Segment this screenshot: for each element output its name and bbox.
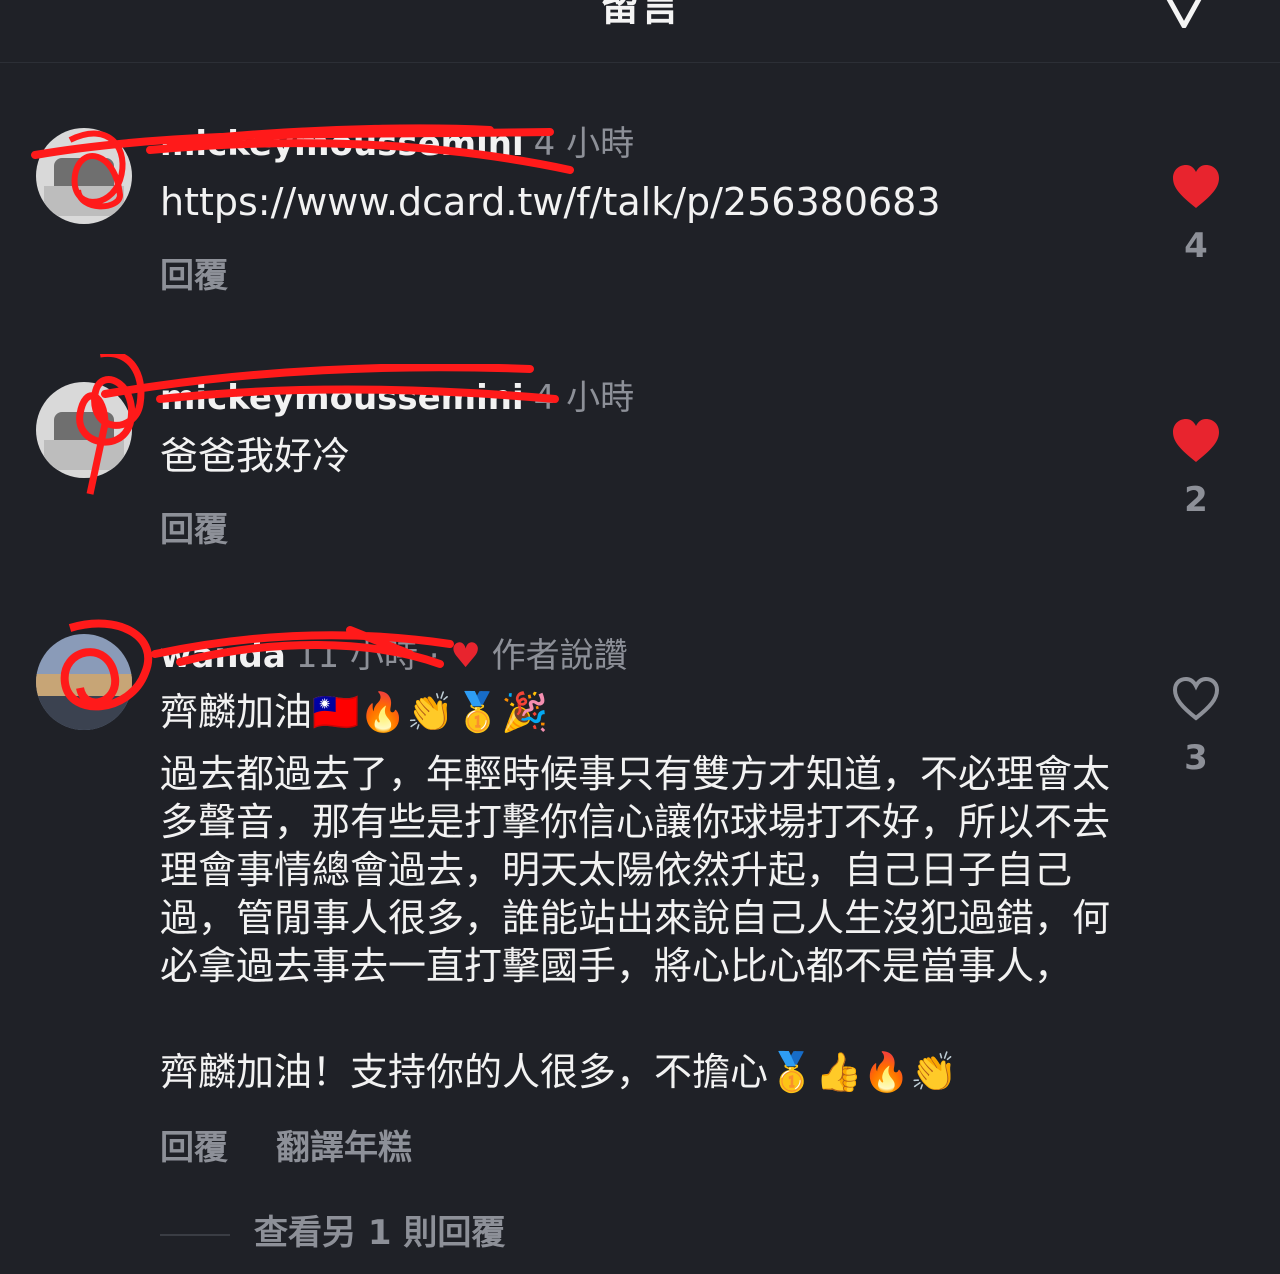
header: 留言 <box>0 0 1280 63</box>
reply-button[interactable]: 回覆 <box>160 256 228 296</box>
heart-filled-icon[interactable] <box>1171 418 1221 464</box>
avatar[interactable] <box>36 128 132 224</box>
comment-actions: 回覆 <box>160 248 276 297</box>
like-count: 4 <box>1184 226 1208 266</box>
avatar[interactable] <box>36 382 132 478</box>
comment-actions: 回覆 <box>160 502 276 551</box>
reply-button[interactable]: 回覆 <box>160 1128 228 1168</box>
author-liked-label: 作者說讚 <box>491 636 628 676</box>
comment-actions: 回覆 翻譯年糕 <box>160 1120 460 1169</box>
reply-button[interactable]: 回覆 <box>160 510 228 550</box>
heart-mini-icon: ♥ <box>450 636 481 676</box>
view-more-label[interactable]: 查看另 1 則回覆 <box>254 1213 505 1253</box>
avatar[interactable] <box>36 634 132 730</box>
divider <box>160 1233 230 1236</box>
heart-outline-icon[interactable] <box>1171 676 1221 722</box>
send-icon[interactable] <box>1160 0 1208 28</box>
timestamp: 11 小時 <box>295 636 418 676</box>
comment-text[interactable]: 爸爸我好冷 <box>160 432 1110 480</box>
page-title: 留言 <box>600 0 680 30</box>
comment-meta: mickeymoussemini 4 小時 <box>160 122 634 166</box>
comment-line-last: 齊麟加油！支持你的人很多，不擔心🥇👍🔥👏 <box>160 1050 958 1094</box>
like-count: 2 <box>1184 480 1208 520</box>
heart-filled-icon[interactable] <box>1171 164 1221 210</box>
like-count: 3 <box>1184 738 1208 778</box>
like-control[interactable]: 4 <box>1166 164 1226 266</box>
like-control[interactable]: 3 <box>1166 676 1226 778</box>
username[interactable]: mickeymoussemini <box>160 378 524 418</box>
username[interactable]: mickeymoussemini <box>160 124 524 164</box>
comment-meta: wanda 11 小時 · ♥ 作者說讚 <box>160 634 628 678</box>
translate-button[interactable]: 翻譯年糕 <box>276 1128 412 1168</box>
author-liked: · ♥ 作者說讚 <box>417 636 628 676</box>
timestamp: 4 小時 <box>533 124 635 164</box>
timestamp: 4 小時 <box>533 378 635 418</box>
username[interactable]: wanda <box>160 636 286 676</box>
comment-paragraph: 過去都過去了，年輕時候事只有雙方才知道，不必理會太多聲音，那有些是打擊你信心讓你… <box>160 752 1111 988</box>
comment-text[interactable]: https://www.dcard.tw/f/talk/p/256380683 <box>160 178 1110 226</box>
like-control[interactable]: 2 <box>1166 418 1226 520</box>
view-more-replies[interactable]: 查看另 1 則回覆 <box>160 1208 505 1258</box>
comment-meta: mickeymoussemini 4 小時 <box>160 376 634 420</box>
comment-line-first: 齊麟加油🇹🇼🔥👏🥇🎉 <box>160 690 549 734</box>
